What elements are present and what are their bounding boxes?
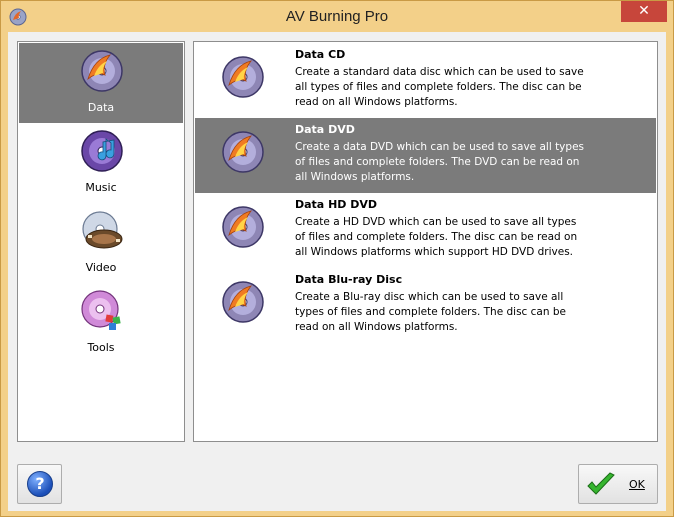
sidebar-item-music[interactable]: Music xyxy=(19,123,183,203)
help-icon: ? xyxy=(27,471,53,497)
option-data-bluray[interactable]: Data Blu-ray Disc Create a Blu-ray disc … xyxy=(195,268,656,343)
title-bar[interactable]: AV Burning Pro ✕ xyxy=(1,1,673,32)
option-description: Create a HD DVD which can be used to sav… xyxy=(295,216,578,258)
sidebar-item-label: Data xyxy=(87,101,115,114)
option-data-dvd[interactable]: Data DVD Create a data DVD which can be … xyxy=(195,118,656,193)
data-disc-icon xyxy=(222,281,264,323)
option-title: Data CD xyxy=(295,48,346,61)
app-window: AV Burning Pro ✕ Data Music Video Tools … xyxy=(0,0,674,517)
music-disc-icon xyxy=(81,130,123,172)
sidebar-item-label: Tools xyxy=(87,341,115,354)
window-title: AV Burning Pro xyxy=(285,8,389,25)
option-description: Create a data DVD which can be used to s… xyxy=(295,141,584,183)
option-data-hd-dvd[interactable]: Data HD DVD Create a HD DVD which can be… xyxy=(195,193,656,268)
ok-label: OK xyxy=(629,478,645,491)
video-disc-icon xyxy=(82,211,123,249)
option-list: Data CD Create a standard data disc whic… xyxy=(193,41,658,442)
sidebar-item-data[interactable]: Data xyxy=(19,43,183,123)
dialog-content: Data Music Video Tools Data CD Create a … xyxy=(8,32,666,511)
category-sidebar: Data Music Video Tools xyxy=(17,41,185,442)
option-title: Data HD DVD xyxy=(295,198,378,211)
option-title: Data DVD xyxy=(295,123,355,136)
data-disc-icon xyxy=(222,131,264,173)
checkmark-icon xyxy=(587,472,615,495)
sidebar-item-label: Video xyxy=(85,261,117,274)
option-description: Create a standard data disc which can be… xyxy=(295,66,584,108)
close-button[interactable]: ✕ xyxy=(621,1,667,22)
data-disc-icon xyxy=(222,206,264,248)
sidebar-item-tools[interactable]: Tools xyxy=(19,283,183,363)
option-data-cd[interactable]: Data CD Create a standard data disc whic… xyxy=(195,43,656,118)
sidebar-item-label: Music xyxy=(85,181,117,194)
data-disc-icon xyxy=(222,56,264,98)
ok-button[interactable]: OK xyxy=(578,464,658,504)
tools-disc-icon xyxy=(81,290,121,330)
option-description: Create a Blu-ray disc which can be used … xyxy=(295,291,566,333)
help-button[interactable]: ? xyxy=(17,464,62,504)
option-title: Data Blu-ray Disc xyxy=(295,273,403,286)
data-disc-icon xyxy=(81,50,123,92)
sidebar-item-video[interactable]: Video xyxy=(19,203,183,283)
